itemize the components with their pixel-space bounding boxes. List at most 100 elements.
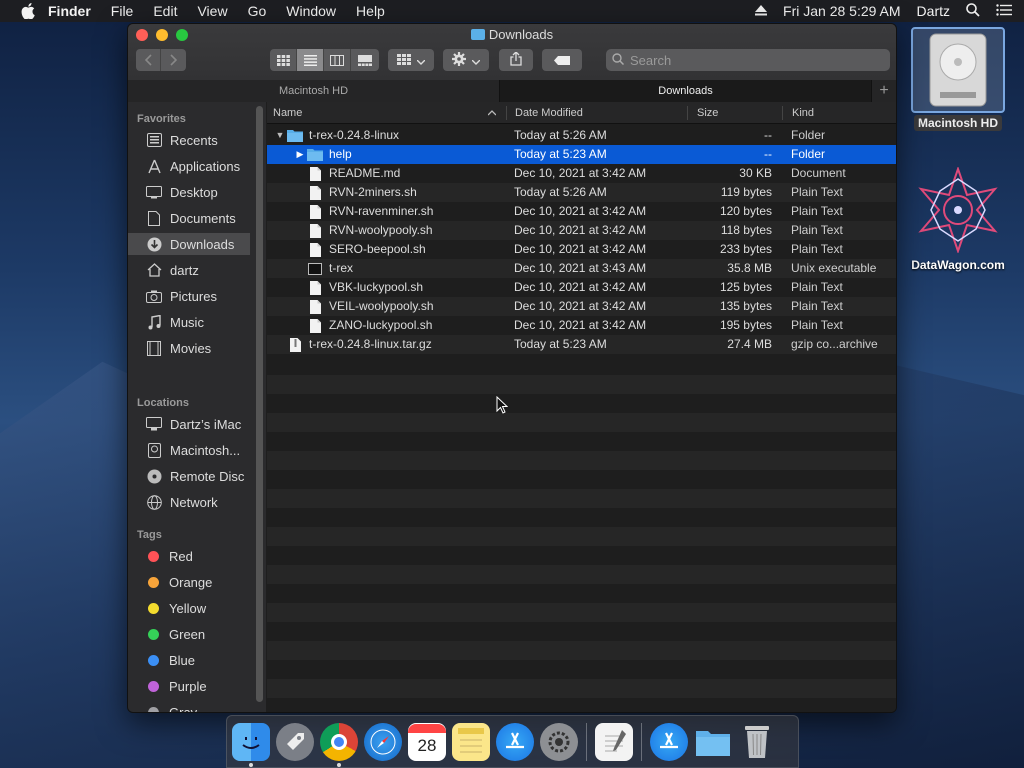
forward-button[interactable] [161,49,186,71]
disclosure-open-icon[interactable]: ▼ [273,126,287,145]
dock-downloads-folder-icon[interactable] [694,723,732,761]
column-view-button[interactable] [324,49,351,71]
sidebar-tag-blue[interactable]: Blue [128,649,250,671]
table-row[interactable]: RVN-woolypooly.sh Dec 10, 2021 at 3:42 AM… [267,221,896,240]
menu-app-finder[interactable]: Finder [48,3,91,19]
menu-file[interactable]: File [111,3,134,19]
menu-view[interactable]: View [197,3,227,19]
sidebar-item-label: Pictures [170,288,217,304]
dock-applications-folder-icon[interactable] [650,722,688,761]
action-button[interactable] [443,49,489,71]
column-header-size[interactable]: Size [697,102,718,124]
dock-launchpad-icon[interactable] [276,722,314,761]
table-row[interactable]: SERO-beepool.sh Dec 10, 2021 at 3:42 AM 23… [267,240,896,259]
desktop-datawagon[interactable]: DataWagon.com [900,166,1016,272]
sidebar-tag-orange[interactable]: Orange [128,571,250,593]
column-header-date[interactable]: Date Modified [515,102,583,124]
table-row[interactable]: RVN-2miners.sh Today at 5:26 AM 119 bytes P… [267,183,896,202]
search-input[interactable] [630,52,870,68]
desktop-hd-label: Macintosh HD [913,115,1002,131]
search-field[interactable] [606,49,890,71]
notification-center-icon[interactable] [996,3,1012,19]
new-tab-button[interactable]: + [872,80,896,102]
file-kind: Plain Text [791,299,843,313]
tab-macintosh-hd[interactable]: Macintosh HD [128,80,500,102]
disclosure-closed-icon[interactable]: ▶ [293,145,307,164]
sidebar-item-applications[interactable]: Applications [128,155,250,177]
sidebar-item-desktop[interactable]: Desktop [128,181,250,203]
sidebar-item-documents[interactable]: Documents [128,207,250,229]
menubar-clock[interactable]: Fri Jan 28 5:29 AM [783,3,901,19]
sidebar-item-recents[interactable]: Recents [128,129,250,151]
menu-window[interactable]: Window [286,3,336,19]
share-button[interactable] [499,49,533,71]
sidebar-item-label: dartz [170,262,199,278]
menu-go[interactable]: Go [248,3,267,19]
dock-chrome-icon[interactable] [320,722,358,767]
table-row[interactable]: t-rex-0.24.8-linux.tar.gz Today at 5:23 A… [267,335,896,354]
dock-trash-icon[interactable] [738,723,776,761]
table-row[interactable]: ▶ help Today at 5:23 AM -- Folder [267,145,896,164]
sidebar-item-macintosh-hd[interactable]: Macintosh... [128,439,250,461]
menu-bar: Finder File Edit View Go Window Help Fri… [0,0,1024,22]
dock-system-preferences-icon[interactable] [540,722,578,761]
gallery-view-button[interactable] [351,49,378,71]
table-row[interactable]: RVN-ravenminer.sh Dec 10, 2021 at 3:42 AM… [267,202,896,221]
list-view-button[interactable] [297,49,324,71]
file-name: RVN-woolypooly.sh [329,223,433,237]
apple-menu-icon[interactable] [20,3,36,19]
sidebar-item-remote-disc[interactable]: Remote Disc [128,465,250,487]
file-kind: Plain Text [791,318,843,332]
icon-view-button[interactable] [270,49,297,71]
menu-help[interactable]: Help [356,3,385,19]
sidebar-item-label: Orange [169,574,213,590]
sidebar-item-downloads[interactable]: Downloads [128,233,250,255]
column-header-kind[interactable]: Kind [792,102,814,124]
sidebar-item-network[interactable]: Network [128,491,250,513]
sort-ascending-icon[interactable] [487,102,497,124]
table-row[interactable]: VBK-luckypool.sh Dec 10, 2021 at 3:42 AM 1… [267,278,896,297]
sidebar-item-movies[interactable]: Movies [128,337,250,359]
table-row[interactable]: ZANO-luckypool.sh Dec 10, 2021 at 3:42 AM… [267,316,896,335]
table-row[interactable]: t-rex Dec 10, 2021 at 3:43 AM 35.8 MB Unix … [267,259,896,278]
menubar-user[interactable]: Dartz [917,3,950,19]
sidebar-tag-red[interactable]: Red [128,545,250,567]
file-rows: ▼ t-rex-0.24.8-linux Today at 5:26 AM -- Fol… [267,126,896,354]
sidebar-item-pictures[interactable]: Pictures [128,285,250,307]
menu-edit[interactable]: Edit [153,3,177,19]
dock-app-store-icon[interactable] [496,722,534,761]
sidebar-tag-purple[interactable]: Purple [128,675,250,697]
sidebar-item-label: Macintosh... [170,442,241,458]
file-kind: Folder [791,128,826,142]
edit-tags-button[interactable] [542,49,582,71]
sidebar-item-imac[interactable]: Dartz’s iMac [128,413,250,435]
dock-textedit-icon[interactable] [595,722,633,761]
dock-notes-icon[interactable] [452,722,490,761]
file-date: Dec 10, 2021 at 3:42 AM [514,223,647,237]
sidebar-scrollbar[interactable] [256,106,263,702]
sidebar-item-music[interactable]: Music [128,311,250,333]
sidebar-item-home[interactable]: dartz [128,259,250,281]
sidebar-tag-green[interactable]: Green [128,623,250,645]
group-by-button[interactable] [388,49,434,71]
column-header-name[interactable]: Name [273,102,302,124]
file-date: Dec 10, 2021 at 3:43 AM [514,261,647,275]
table-row[interactable]: ▼ t-rex-0.24.8-linux Today at 5:26 AM -- Fol… [267,126,896,145]
eject-icon[interactable] [755,3,768,19]
dock-finder-icon[interactable] [232,722,270,767]
dock-safari-icon[interactable] [364,722,402,761]
sidebar-tag-gray[interactable]: Gray [128,701,250,712]
desktop-macintosh-hd[interactable]: Macintosh HD [908,27,1008,131]
table-row[interactable]: README.md Dec 10, 2021 at 3:42 AM 30 KB Doc… [267,164,896,183]
sidebar-tag-yellow[interactable]: Yellow [128,597,250,619]
back-button[interactable] [136,49,161,71]
dock-calendar-icon[interactable]: 28 [408,722,446,761]
tab-downloads[interactable]: Downloads [500,80,872,102]
documents-icon [146,210,162,226]
table-row[interactable]: VEIL-woolypooly.sh Dec 10, 2021 at 3:42 A… [267,297,896,316]
spotlight-icon[interactable] [966,2,980,20]
